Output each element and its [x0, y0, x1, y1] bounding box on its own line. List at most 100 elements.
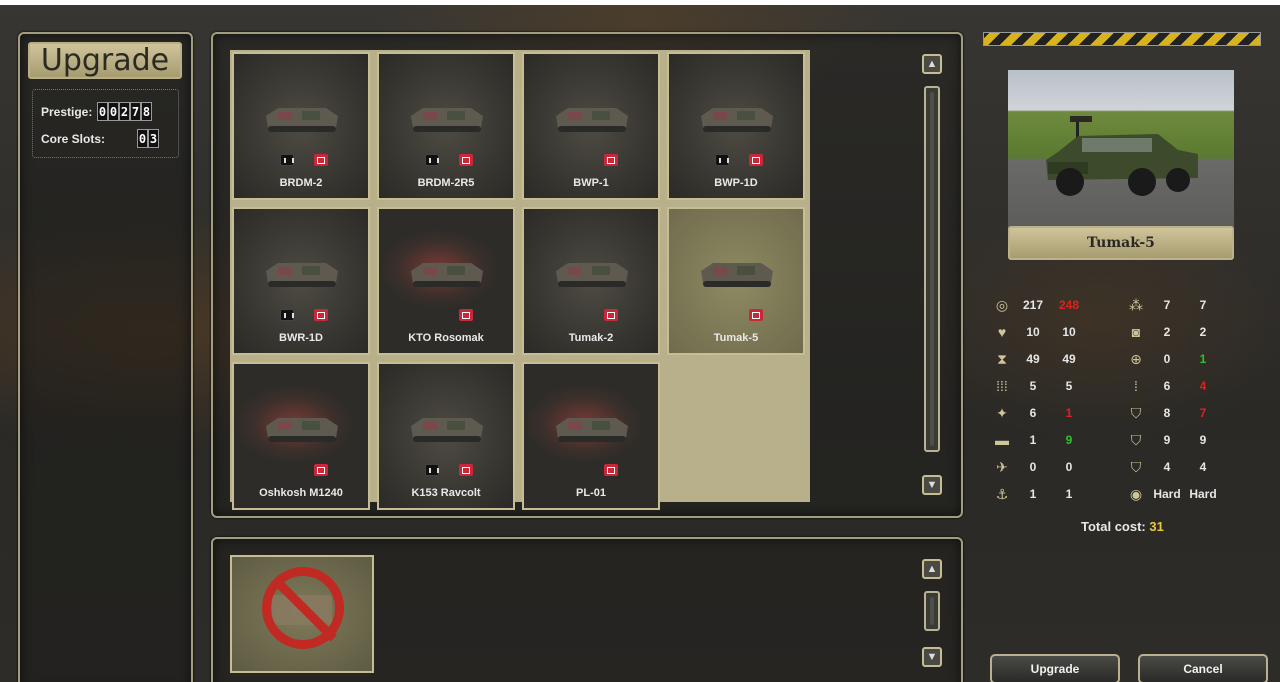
unit-grid: BRDM-2 BRDM-2R5 BWP-1 BWP-1D BWR-1D KTO Rosom… [230, 50, 810, 510]
unit-nameplate: Tumak-5 [1008, 226, 1234, 260]
vehicle-sprite [266, 263, 338, 287]
stat-current: 2 [1163, 325, 1171, 339]
unit-card[interactable]: BWR-1D [232, 207, 370, 355]
total-cost-value: 31 [1149, 519, 1164, 534]
title-plate: Upgrade [28, 42, 182, 79]
ground-defense-icon: ⛉ [1130, 404, 1142, 421]
stat-row: ⁞⁞⁞ 5 5 [991, 376, 1085, 396]
unit-card[interactable]: KTO Rosomak [377, 207, 515, 355]
unit-name: BWP-1D [714, 177, 758, 189]
stat-row: ⁞ 6 4 [1125, 376, 1219, 396]
nation-flag-icon [749, 154, 763, 166]
stat-upgraded: 0 [1065, 460, 1073, 474]
vehicle-sprite [411, 418, 483, 442]
nation-flag-icon [314, 309, 328, 321]
vehicle-sprite [411, 263, 483, 287]
stat-row: ✈ 0 0 [991, 457, 1085, 477]
scroll-down-button[interactable]: ▼ [922, 475, 942, 495]
stat-upgraded: 9 [1065, 433, 1073, 447]
scroll-thumb[interactable] [924, 591, 940, 631]
unit-card[interactable]: PL-01 [522, 362, 660, 510]
nation-flag-icon [314, 464, 328, 476]
total-cost-label: Total cost: [1081, 519, 1146, 534]
soft-attack-icon: ✦ [996, 404, 1008, 421]
total-cost: Total cost: 31 [1081, 519, 1164, 534]
unit-card[interactable]: BWP-1D [667, 52, 805, 200]
stat-upgraded: 7 [1199, 298, 1207, 312]
resources-box: Prestige: 0 0 2 7 8 Core Slots: 0 3 [32, 89, 179, 158]
spotting-icon: ◙ [1131, 324, 1141, 340]
vehicle-sprite [556, 263, 628, 287]
stat-current: 217 [1022, 298, 1044, 312]
stat-upgraded: 1 [1065, 487, 1073, 501]
upgrade-button[interactable]: Upgrade [990, 654, 1120, 682]
unit-name: KTO Rosomak [408, 332, 484, 344]
unit-card[interactable]: K153 Ravcolt [377, 362, 515, 510]
stat-upgraded: 4 [1199, 460, 1207, 474]
unit-name: Oshkosh M1240 [259, 487, 343, 499]
vehicle-sprite [266, 418, 338, 442]
unit-card[interactable]: Tumak-2 [522, 207, 660, 355]
stat-current: 0 [1029, 460, 1037, 474]
stat-row: ◉ Hard Hard [1125, 484, 1219, 504]
range-icon: ⊕ [1130, 350, 1142, 367]
stat-row: ◙ 2 2 [1125, 322, 1219, 342]
target-type-icon: ◉ [1129, 485, 1143, 502]
unit-card[interactable]: BRDM-2R5 [377, 52, 515, 200]
prestige-digit: 8 [141, 102, 152, 121]
no-upgrade-slot[interactable] [230, 555, 374, 673]
core-slots-counter: 0 3 [137, 129, 159, 148]
unit-name: BWR-1D [279, 332, 323, 344]
prestige-digit: 0 [108, 102, 119, 121]
stat-row: ✦ 6 1 [991, 403, 1085, 423]
stat-current: 8 [1163, 406, 1171, 420]
stat-current: 9 [1163, 433, 1171, 447]
core-slots-digit: 0 [137, 129, 148, 148]
stat-row: ⧗ 49 49 [991, 349, 1085, 369]
hourglass-icon: ⧗ [997, 350, 1007, 367]
binoculars-icon [280, 154, 294, 166]
unit-name: Tumak-2 [568, 332, 614, 344]
scroll-up-button[interactable]: ▲ [922, 54, 942, 74]
stat-current: 6 [1163, 379, 1171, 393]
stat-row: ▬ 1 9 [991, 430, 1085, 450]
unit-card[interactable]: BWP-1 [522, 52, 660, 200]
vehicle-sprite [701, 108, 773, 132]
scroll-up-button[interactable]: ▲ [922, 559, 942, 579]
scroll-down-button[interactable]: ▼ [922, 647, 942, 667]
stat-current: 4 [1163, 460, 1171, 474]
stat-current: 5 [1029, 379, 1037, 393]
stat-upgraded: Hard [1189, 487, 1217, 501]
stat-upgraded: 4 [1199, 379, 1207, 393]
stat-current: 1 [1029, 433, 1037, 447]
unit-name: BRDM-2 [279, 177, 323, 189]
stat-current: 1 [1029, 487, 1037, 501]
prestige-row: Prestige: 0 0 2 7 8 [41, 102, 176, 121]
prestige-label: Prestige: [41, 104, 93, 119]
core-slots-label: Core Slots: [41, 131, 106, 146]
nation-flag-icon [314, 154, 328, 166]
hazard-stripe-bar [983, 32, 1261, 46]
unit-card[interactable]: Tumak-5 [667, 207, 805, 355]
heart-icon: ♥ [997, 324, 1007, 340]
cancel-button[interactable]: Cancel [1138, 654, 1268, 682]
air-attack-icon: ✈ [996, 458, 1008, 475]
binoculars-icon [280, 309, 294, 321]
vehicle-sprite [556, 418, 628, 442]
stat-row: ⛉ 9 9 [1125, 430, 1219, 450]
window-top-edge [0, 0, 1280, 5]
scroll-thumb[interactable] [924, 86, 940, 452]
prestige-counter: 0 0 2 7 8 [97, 102, 152, 121]
stat-row: ♥ 10 10 [991, 322, 1085, 342]
unit-photo [1008, 70, 1234, 230]
unit-card[interactable]: Oshkosh M1240 [232, 362, 370, 510]
stat-current: 6 [1029, 406, 1037, 420]
initiative-icon: ⁞ [1134, 378, 1138, 394]
nation-flag-icon [604, 309, 618, 321]
coins-icon: ◎ [995, 296, 1009, 313]
stat-row: ◎ 217 248 [991, 295, 1085, 315]
air-defense-icon: ⛉ [1130, 431, 1142, 448]
stat-upgraded: 10 [1062, 325, 1076, 339]
stat-current: 10 [1026, 325, 1040, 339]
unit-card[interactable]: BRDM-2 [232, 52, 370, 200]
